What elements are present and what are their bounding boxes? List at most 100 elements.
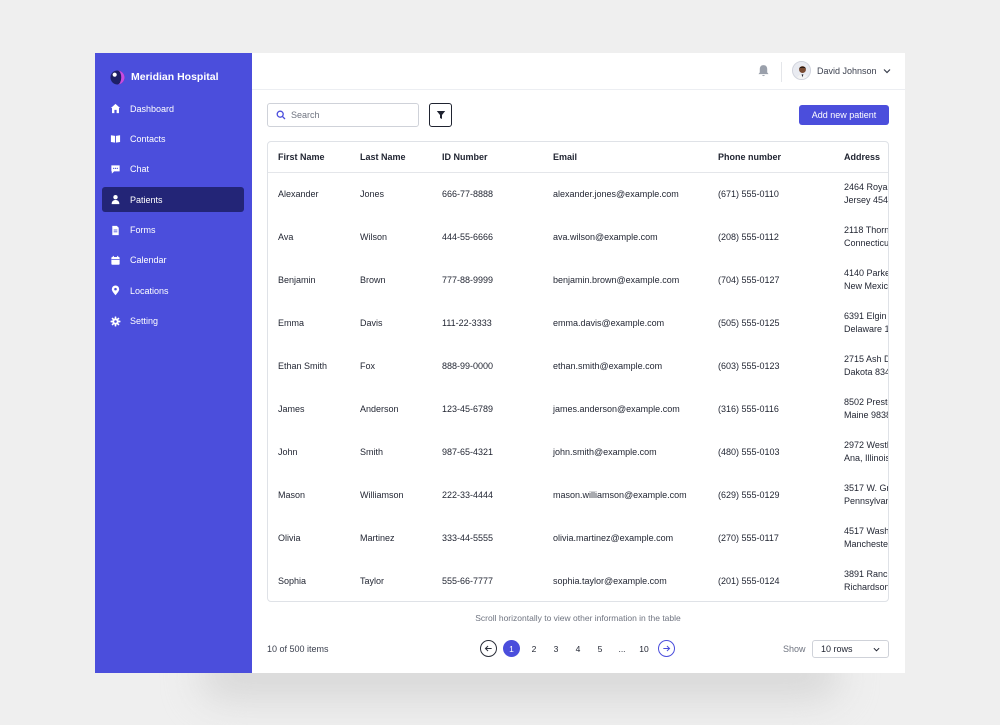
add-new-patient-button[interactable]: Add new patient — [799, 105, 889, 125]
patients-table: First Name Last Name ID Number Email Pho… — [268, 142, 889, 601]
arrow-right-icon — [663, 645, 671, 652]
page-ellipsis: ... — [618, 643, 626, 654]
table-row[interactable]: John Smith 987-65-4321 john.smith@exampl… — [268, 430, 888, 473]
cell-email: ava.wilson@example.com — [553, 231, 658, 242]
table-row[interactable]: Sophia Taylor 555-66-7777 sophia.taylor@… — [268, 559, 889, 601]
cell-id-number: 666-77-8888 — [442, 188, 494, 199]
chevron-down-icon — [873, 647, 880, 652]
avatar — [792, 61, 811, 80]
cell-address: 2715 Ash Dr. San Jose, South Dakota 8347… — [844, 353, 888, 377]
page-button-10[interactable]: 10 — [636, 640, 652, 657]
column-header-first-name[interactable]: First Name — [268, 142, 350, 173]
calendar-icon — [110, 255, 121, 266]
page-button-1[interactable]: 1 — [503, 640, 520, 657]
column-header-email[interactable]: Email — [543, 142, 708, 173]
cell-id-number: 333-44-5555 — [442, 532, 494, 543]
sidebar-nav: Dashboard Contacts Chat Patients Forms C… — [102, 96, 244, 339]
cell-email: olivia.martinez@example.com — [553, 532, 674, 543]
cell-last-name: Jones — [360, 188, 385, 199]
brand[interactable]: Meridian Hospital — [110, 69, 219, 85]
user-icon — [110, 194, 121, 205]
cell-email: mason.williamson@example.com — [553, 489, 687, 500]
cell-phone: (603) 555-0123 — [718, 360, 780, 371]
cell-first-name: Ethan Smith — [278, 360, 328, 371]
sidebar-item-label: Forms — [130, 225, 156, 236]
user-menu[interactable]: David Johnson — [792, 61, 891, 80]
sidebar-item-patients[interactable]: Patients — [102, 187, 244, 213]
table-row[interactable]: Mason Williamson 222-33-4444 mason.willi… — [268, 473, 888, 516]
cell-email: james.anderson@example.com — [553, 403, 680, 414]
table-header-row: First Name Last Name ID Number Email Pho… — [268, 142, 888, 173]
column-header-last-name[interactable]: Last Name — [350, 142, 432, 173]
sidebar-item-label: Contacts — [130, 133, 166, 144]
column-header-phone[interactable]: Phone number — [708, 142, 834, 173]
cell-last-name: Smith — [360, 446, 384, 457]
sidebar-item-setting[interactable]: Setting — [102, 309, 244, 334]
patients-table-container[interactable]: First Name Last Name ID Number Email Pho… — [267, 141, 889, 602]
table-row[interactable]: Ava Wilson 444-55-6666 ava.wilson@exampl… — [268, 215, 889, 258]
cell-first-name: Mason — [278, 489, 306, 500]
next-page-button[interactable] — [658, 640, 675, 657]
cell-first-name: John — [278, 446, 298, 457]
pagination: 1 2 3 4 5 ... 10 — [480, 640, 675, 657]
cell-phone: (208) 555-0112 — [718, 231, 779, 242]
divider — [781, 62, 782, 82]
bell-icon[interactable] — [757, 64, 770, 78]
cell-id-number: 555-66-7777 — [442, 575, 494, 586]
page-button-4[interactable]: 4 — [570, 640, 586, 657]
sidebar-item-chat[interactable]: Chat — [102, 157, 244, 182]
table-row[interactable]: James Anderson 123-45-6789 james.anderso… — [268, 387, 888, 430]
search-icon — [276, 110, 286, 120]
items-count: 10 of 500 items — [267, 644, 329, 654]
sidebar-item-label: Locations — [130, 285, 169, 296]
cell-address: 6391 Elgin St. Celina, Delaware 10299 — [844, 310, 888, 334]
cell-phone: (316) 555-0116 — [718, 403, 779, 414]
book-icon — [110, 133, 121, 144]
cell-first-name: Ava — [278, 231, 294, 242]
previous-page-button[interactable] — [480, 640, 497, 657]
sidebar-item-contacts[interactable]: Contacts — [102, 126, 244, 151]
sidebar-item-calendar[interactable]: Calendar — [102, 248, 244, 273]
cell-last-name: Williamson — [360, 489, 404, 500]
cell-email: emma.davis@example.com — [553, 317, 665, 328]
cell-last-name: Martinez — [360, 532, 395, 543]
filter-icon — [436, 111, 445, 119]
cell-last-name: Fox — [360, 360, 376, 371]
table-row[interactable]: Alexander Jones 666-77-8888 alexander.jo… — [268, 172, 888, 215]
page-button-2[interactable]: 2 — [526, 640, 542, 657]
show-label: Show — [783, 644, 806, 654]
cell-address: 2118 Thornridge Cir. Syracuse, Connectic… — [844, 224, 889, 248]
filter-button[interactable] — [429, 103, 452, 127]
sidebar-item-dashboard[interactable]: Dashboard — [102, 96, 244, 121]
column-header-address[interactable]: Address — [834, 142, 888, 173]
cell-first-name: Emma — [278, 317, 305, 328]
search-input[interactable] — [291, 110, 411, 120]
table-row[interactable]: Emma Davis 111-22-3333 emma.davis@exampl… — [268, 301, 888, 344]
sidebar-item-locations[interactable]: Locations — [102, 278, 244, 303]
cell-id-number: 444-55-6666 — [442, 231, 494, 242]
cell-address: 3891 Ranchview Dr. Richardson, Californi… — [844, 568, 889, 592]
column-header-id-number[interactable]: ID Number — [432, 142, 543, 173]
table-row[interactable]: Olivia Martinez 333-44-5555 olivia.marti… — [268, 516, 888, 559]
page-button-3[interactable]: 3 — [548, 640, 564, 657]
sidebar-item-label: Setting — [130, 316, 159, 327]
table-row[interactable]: Benjamin Brown 777-88-9999 benjamin.brow… — [268, 258, 888, 301]
cell-phone: (201) 555-0124 — [718, 575, 780, 586]
cell-phone: (480) 555-0103 — [718, 446, 780, 457]
cell-id-number: 888-99-0000 — [442, 360, 494, 371]
table-row[interactable]: Ethan Smith Fox 888-99-0000 ethan.smith@… — [268, 344, 888, 387]
cell-email: sophia.taylor@example.com — [553, 575, 667, 586]
cell-address: 8502 Preston Rd. Inglewood, Maine 98380 — [844, 396, 888, 420]
search-box[interactable] — [267, 103, 419, 127]
page-button-5[interactable]: 5 — [592, 640, 608, 657]
gear-icon — [110, 316, 121, 327]
cell-id-number: 777-88-9999 — [442, 274, 494, 285]
cell-first-name: Alexander — [278, 188, 319, 199]
chevron-down-icon — [883, 68, 890, 73]
location-pin-icon — [110, 285, 121, 296]
cell-phone: (505) 555-0125 — [718, 317, 780, 328]
sidebar-item-forms[interactable]: Forms — [102, 218, 244, 243]
sidebar-item-label: Patients — [130, 194, 163, 205]
top-bar: David Johnson — [252, 53, 905, 90]
rows-per-page-select[interactable]: 10 rows — [812, 640, 889, 658]
